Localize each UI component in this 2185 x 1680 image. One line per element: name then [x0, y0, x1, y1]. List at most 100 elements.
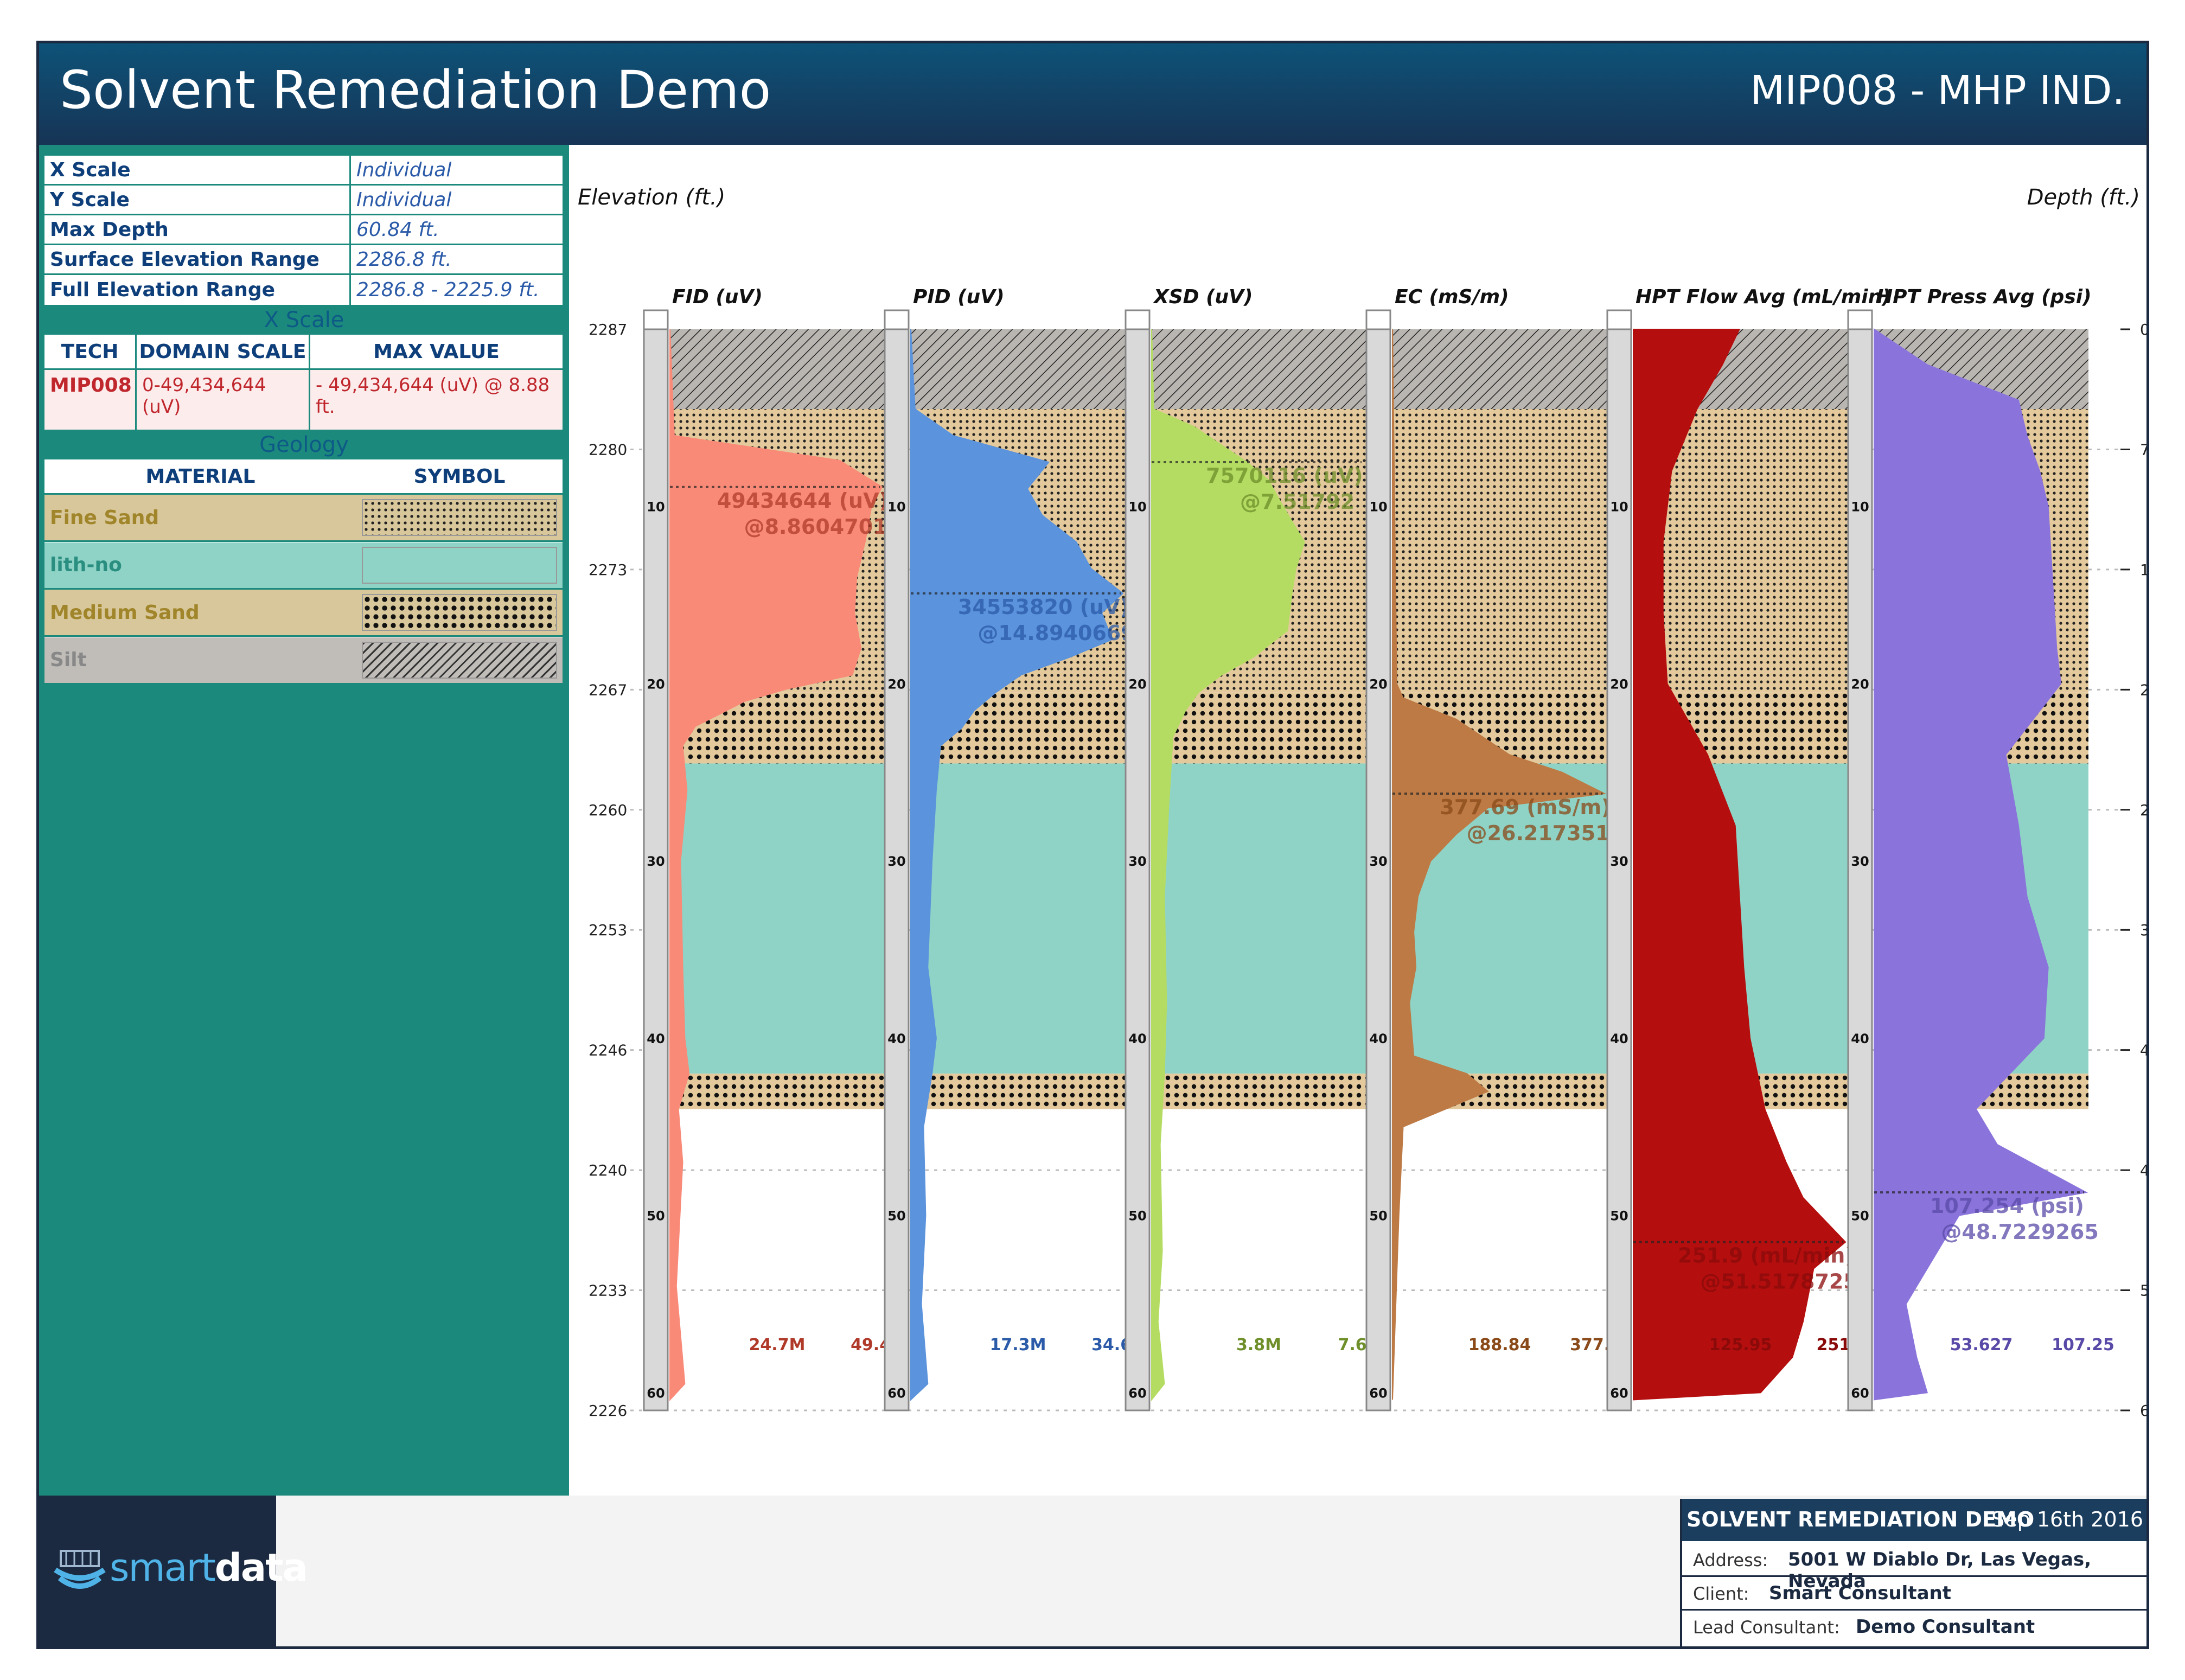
report-footer: smartdata SOLVENT REMEDIATION DEMO Sep 1…: [39, 1496, 2146, 1646]
track-depth-tick: 40: [1851, 1031, 1869, 1046]
track-depth-tick: 40: [887, 1031, 905, 1046]
lithology-layer: [1392, 329, 1607, 410]
xscale-table: TECH DOMAIN SCALE MAX VALUE MIP008 0-49,…: [44, 335, 563, 430]
setting-label: Y Scale: [44, 186, 351, 214]
geology-symbol: [362, 546, 557, 584]
depth-tick-label: 47: [2140, 1161, 2146, 1179]
lithology-layer: [1152, 1074, 1366, 1109]
geology-table: MATERIAL SYMBOL Fine Sand lith-no Medium S…: [44, 459, 563, 685]
track-scale-tick: 53.627: [1950, 1336, 2013, 1355]
track-depth-tick: 10: [1369, 500, 1387, 515]
depth-tick-label: 0: [2140, 321, 2146, 338]
geology-header-row: MATERIAL SYMBOL: [44, 459, 563, 495]
track-scale-tick: 125.95: [1709, 1336, 1772, 1355]
elevation-tick-label: 2273: [589, 561, 627, 579]
track-depth-tick: 50: [1851, 1209, 1869, 1224]
geology-row: Medium Sand: [44, 590, 563, 637]
track-title: PID (uV): [913, 286, 1005, 308]
track-depth-tick: 10: [1610, 500, 1628, 515]
lead-label: Lead Consultant:: [1693, 1617, 1840, 1638]
max-value-annotation-depth: @26.217351: [1467, 821, 1610, 845]
setting-label: Surface Elevation Range: [44, 245, 351, 273]
settings-row: Y Scale Individual: [44, 186, 563, 215]
settings-row: Surface Elevation Range 2286.8 ft.: [44, 245, 563, 275]
track-depth-tick: 20: [887, 676, 905, 692]
max-value-annotation-depth: @8.8604701: [744, 515, 887, 539]
lithology-layer: [911, 329, 1125, 410]
elevation-axis-title: Elevation (ft.): [578, 185, 725, 210]
track-depth-tick: 10: [887, 500, 905, 515]
track-depth-tick: 40: [1128, 1031, 1146, 1046]
geology-symbol: [362, 641, 557, 679]
track-scale-tick: 3.8M: [1236, 1336, 1281, 1355]
max-value-annotation: 34553820 (uV): [958, 595, 1129, 619]
track-depth-tick: 20: [1128, 676, 1146, 692]
elevation-tick-label: 2240: [589, 1161, 627, 1179]
geology-symbol: [362, 594, 557, 631]
lithology-layer: [670, 1074, 884, 1109]
depth-tick-label: 27: [2140, 801, 2146, 819]
settings-table: X Scale Individual Y Scale Individual Ma…: [44, 156, 563, 305]
settings-row: X Scale Individual: [44, 156, 563, 186]
domain-header: DOMAIN SCALE: [137, 335, 310, 368]
lithology-layer: [911, 763, 1125, 1074]
elevation-tick-label: 2226: [589, 1402, 627, 1420]
depth-tick-label: 20: [2140, 681, 2146, 699]
log-plot-svg: Elevation (ft.) Depth (ft.) 2287 2280 2273 22…: [578, 185, 2146, 1420]
geology-row: Silt: [44, 637, 563, 685]
track-depth-bar-cap: [1125, 309, 1151, 330]
geology-material-name: Fine Sand: [50, 506, 159, 529]
track-depth-tick: 40: [1369, 1031, 1387, 1046]
elevation-tick-label: 2287: [589, 321, 627, 338]
track-depth-tick: 50: [887, 1209, 905, 1224]
track-title: FID (uV): [672, 286, 763, 308]
depth-tick-label: 14: [2140, 561, 2146, 579]
elevation-tick-label: 2267: [589, 681, 627, 699]
track-depth-bar-cap: [643, 309, 669, 330]
track-depth-tick: 10: [647, 500, 665, 515]
track-scale-tick: 17.3M: [990, 1336, 1046, 1355]
project-info-header: SOLVENT REMEDIATION DEMO Sep 16th 2016: [1682, 1499, 2146, 1541]
track-depth-bar-cap: [884, 309, 910, 330]
setting-label: Full Elevation Range: [44, 275, 351, 305]
elevation-tick-label: 2260: [589, 801, 627, 819]
xscale-data-row: MIP008 0-49,434,644 (uV) - 49,434,644 (u…: [44, 370, 563, 430]
depth-tick-label: 34: [2140, 921, 2146, 939]
track-depth-tick: 10: [1128, 500, 1146, 515]
address-row: Address: 5001 W Diablo Dr, Las Vegas, Ne…: [1682, 1543, 2146, 1592]
geology-material-name: Medium Sand: [50, 601, 200, 624]
lead-row: Lead Consultant: Demo Consultant: [1682, 1611, 2146, 1644]
address-label: Address:: [1693, 1550, 1768, 1570]
depth-tick-label: 54: [2140, 1282, 2146, 1300]
setting-value: 2286.8 - 2225.9 ft.: [356, 279, 540, 301]
logo-box: smartdata: [39, 1496, 308, 1646]
report-title: Solvent Remediation Demo: [60, 60, 771, 120]
track-depth-tick: 20: [1851, 676, 1869, 692]
track-scale-tick: 107.25: [2052, 1336, 2114, 1355]
max-value: - 49,434,644 (uV) @ 8.88 ft.: [316, 374, 550, 418]
track-depth-bar-cap: [1365, 309, 1391, 330]
material-header: MATERIAL: [145, 465, 255, 488]
track-depth-tick: 50: [1610, 1209, 1628, 1224]
logo-text: smartdata: [110, 1545, 308, 1590]
tech-header: TECH: [44, 335, 137, 368]
settings-row: Max Depth 60.84 ft.: [44, 215, 563, 245]
logo-part2: data: [214, 1545, 308, 1590]
setting-value: 60.84 ft.: [356, 218, 439, 241]
lithology-layer: [670, 329, 884, 410]
max-value-annotation-depth: @48.7229265: [1941, 1220, 2098, 1244]
track-depth-tick: 60: [647, 1385, 665, 1401]
smartdata-logo-icon: [54, 1550, 106, 1589]
max-header: MAX VALUE: [373, 340, 500, 363]
elevation-tick-label: 2280: [589, 440, 627, 458]
track-depth-tick: 20: [1369, 676, 1387, 692]
geology-material-name: Silt: [50, 649, 87, 671]
track-title: HPT Press Avg (psi): [1876, 286, 2092, 308]
max-value-annotation-depth: @14.8940669: [978, 621, 1135, 645]
track-depth-tick: 30: [1610, 854, 1628, 869]
depth-tick-label: 61: [2140, 1402, 2146, 1420]
lithology-layer: [1392, 409, 1607, 693]
max-value-annotation-depth: @51.5178725: [1700, 1270, 1857, 1294]
track-depth-bar-cap: [1847, 309, 1873, 330]
track-title: XSD (uV): [1153, 286, 1253, 308]
